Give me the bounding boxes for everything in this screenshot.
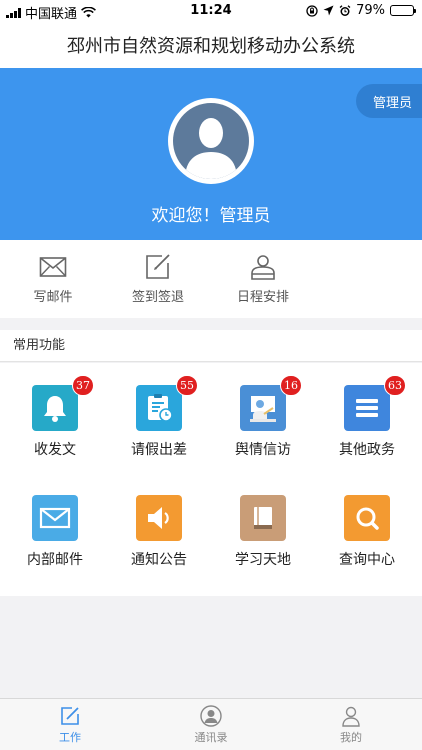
- function-icon-box: [136, 495, 182, 541]
- search-icon: [356, 507, 379, 530]
- person-icon: [342, 706, 360, 727]
- quick-action-label: 日程安排: [236, 290, 289, 305]
- mail-icon: [39, 257, 67, 277]
- function-tile-internal-mail[interactable]: 内部邮件: [5, 495, 105, 569]
- list-icon: [356, 399, 378, 417]
- function-tile-study[interactable]: 学习天地: [213, 495, 313, 569]
- battery-percent: 79%: [356, 3, 385, 18]
- function-icon-box: 37: [32, 375, 94, 431]
- function-label: 舆情信访: [235, 442, 291, 458]
- function-label: 查询中心: [339, 552, 395, 568]
- function-icon-box: [32, 495, 78, 541]
- tab-label: 通讯录: [194, 731, 228, 744]
- location-icon: [323, 5, 334, 16]
- quick-action-checkin[interactable]: 签到签退: [113, 254, 203, 305]
- status-right: 79%: [306, 3, 416, 18]
- alarm-icon: [339, 4, 351, 16]
- function-icon-box: [344, 495, 390, 541]
- function-label: 通知公告: [131, 552, 187, 568]
- badge-count: 63: [384, 375, 406, 396]
- function-tile-query[interactable]: 查询中心: [317, 495, 417, 569]
- function-label: 内部邮件: [27, 552, 83, 568]
- tab-bar: 工作 通讯录 我的: [0, 698, 422, 750]
- function-tile-notice[interactable]: 通知公告: [109, 495, 209, 569]
- function-tile-sentiment[interactable]: 16 舆情信访: [213, 375, 313, 459]
- quick-action-schedule[interactable]: 日程安排: [218, 254, 308, 305]
- badge-count: 55: [176, 375, 198, 396]
- status-bar: 中国联通 11:24 79%: [0, 0, 422, 22]
- section-title: 常用功能: [0, 330, 422, 362]
- speaker-podium-icon: [250, 396, 276, 422]
- function-label: 收发文: [34, 442, 76, 458]
- tab-mine[interactable]: 我的: [301, 705, 401, 745]
- function-icon-box: 16: [240, 375, 302, 431]
- quick-actions: 写邮件 签到签退 日程安排: [0, 240, 422, 318]
- badge-count: 37: [72, 375, 94, 396]
- checkin-icon: [146, 254, 170, 279]
- tab-work[interactable]: 工作: [20, 705, 120, 745]
- envelope-icon: [39, 507, 71, 529]
- function-label: 请假出差: [131, 442, 187, 458]
- role-tag-label: 管理员: [372, 95, 412, 111]
- bell-icon: [44, 396, 66, 422]
- function-icon-box: 55: [136, 375, 198, 431]
- function-label: 其他政务: [339, 442, 395, 458]
- page-title: 邳州市自然资源和规划移动办公系统: [67, 36, 355, 57]
- quick-action-label: 签到签退: [131, 290, 184, 305]
- contacts-icon: [200, 705, 222, 727]
- user-avatar-icon: [185, 118, 237, 179]
- quick-action-write-mail[interactable]: 写邮件: [8, 254, 98, 305]
- book-icon: [254, 507, 272, 529]
- avatar[interactable]: [168, 98, 254, 184]
- tab-contacts[interactable]: 通讯录: [161, 705, 261, 745]
- app-header: 邳州市自然资源和规划移动办公系统: [0, 22, 422, 68]
- badge-count: 16: [280, 375, 302, 396]
- welcome-text: 欢迎您！管理员: [151, 206, 271, 226]
- function-tile-leave[interactable]: 55 请假出差: [109, 375, 209, 459]
- function-tile-other[interactable]: 63 其他政务: [317, 375, 417, 459]
- quick-action-label: 写邮件: [33, 290, 73, 305]
- tab-label: 工作: [59, 731, 81, 744]
- function-icon-box: 63: [344, 375, 406, 431]
- function-label: 学习天地: [235, 552, 291, 568]
- function-tile-documents[interactable]: 37 收发文: [5, 375, 105, 459]
- battery-icon: [390, 5, 416, 16]
- speaker-icon: [148, 507, 169, 529]
- role-tag[interactable]: 管理员: [356, 84, 422, 118]
- leave-form-icon: [148, 394, 173, 422]
- edit-icon: [61, 707, 79, 725]
- tab-label: 我的: [340, 731, 362, 744]
- function-grid: 37 收发文 55 请假出差 16 舆情信访 63 其他政务 内部邮件 通知公告…: [0, 363, 422, 596]
- schedule-person-icon: [251, 255, 275, 280]
- lock-rotation-icon: [306, 4, 318, 17]
- function-icon-box: [240, 495, 286, 541]
- profile-banner: 管理员 欢迎您！管理员: [0, 68, 422, 240]
